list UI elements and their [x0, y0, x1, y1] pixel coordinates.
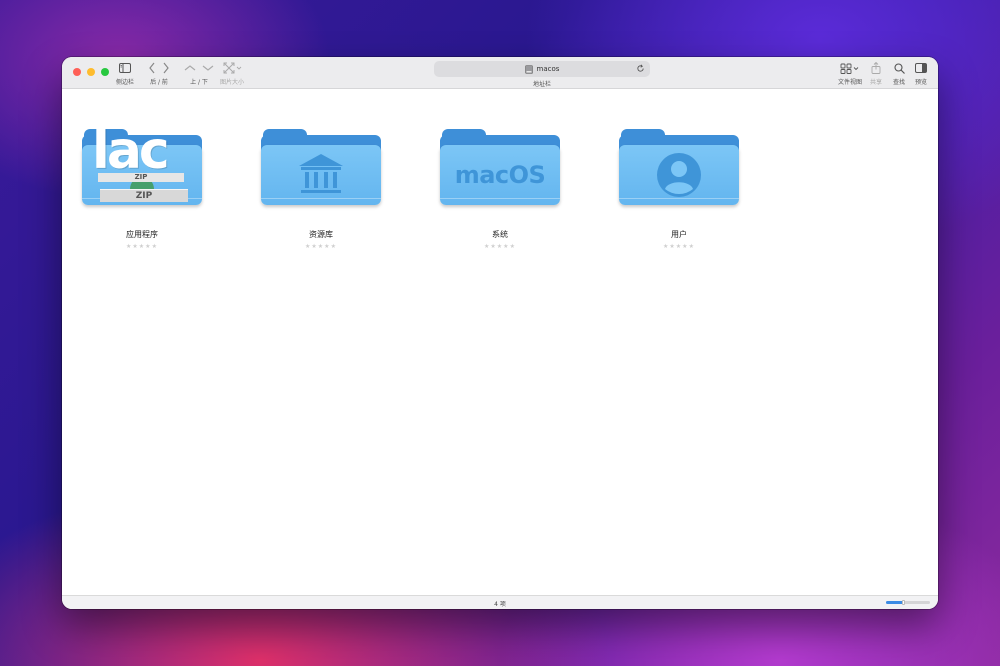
item-name: 应用程序 — [126, 230, 158, 239]
view-label: 文件视图 — [838, 79, 863, 86]
zip-badge-top: ZIP — [98, 173, 184, 182]
icon-size-slider[interactable] — [886, 600, 930, 605]
star-rating[interactable]: ★★★★★ — [430, 243, 570, 250]
view-mode-button[interactable]: 文件视图 — [838, 61, 862, 86]
folder-item-system[interactable]: macOS 系统 ★★★★★ — [430, 105, 570, 250]
address-bar-label: 地址栏 — [532, 81, 551, 88]
item-name: 用户 — [671, 230, 687, 239]
close-button[interactable] — [73, 68, 81, 76]
sidebar-toggle-button[interactable]: 侧边栏 — [116, 61, 134, 86]
star-rating[interactable]: ★★★★★ — [609, 243, 749, 250]
user-icon — [657, 153, 701, 197]
address-bar[interactable]: macos — [434, 61, 650, 77]
arrows-expand-icon — [223, 62, 242, 74]
library-columns-icon — [299, 154, 343, 193]
star-rating[interactable]: ★★★★★ — [72, 243, 212, 250]
item-count: 4 项 — [494, 601, 506, 608]
preview-button[interactable]: 预览 — [915, 61, 927, 86]
item-name: 资源库 — [309, 230, 333, 239]
grid-view-icon — [840, 63, 859, 74]
chevron-down-icon[interactable] — [202, 64, 214, 72]
share-button[interactable]: 共享 — [870, 61, 882, 86]
back-forward-group: 后 / 前 — [148, 61, 170, 86]
zip-badge-bottom: ZIP — [100, 189, 188, 202]
slider-fill — [886, 601, 904, 604]
sidebar-label: 侧边栏 — [116, 79, 135, 86]
up-down-group: 上 / 下 — [184, 61, 214, 86]
slider-knob[interactable] — [901, 600, 905, 605]
address-value: macos — [536, 65, 560, 73]
chevron-up-icon[interactable] — [184, 64, 196, 72]
toolbar: 侧边栏 后 / 前 上 / 下 图片大小 macos 地址栏 文件视图 共享 查… — [62, 57, 938, 89]
icon-size-button[interactable]: 图片大小 — [220, 61, 244, 86]
minimize-button[interactable] — [87, 68, 95, 76]
applications-folder-icon: lac ZIP ZIP — [82, 105, 202, 209]
system-folder-icon: macOS — [440, 105, 560, 209]
zoom-button[interactable] — [101, 68, 109, 76]
users-folder-icon — [619, 105, 739, 209]
traffic-lights — [73, 68, 109, 76]
status-bar: 4 项 — [62, 595, 938, 609]
finder-window: 侧边栏 后 / 前 上 / 下 图片大小 macos 地址栏 文件视图 共享 查… — [62, 57, 938, 609]
address-bar-group: macos 地址栏 — [434, 61, 650, 88]
library-folder-icon — [261, 105, 381, 209]
sidebar-icon — [119, 63, 131, 73]
back-forward-label: 后 / 前 — [150, 79, 168, 86]
file-grid: lac ZIP ZIP 应用程序 ★★★★★ 资源库 ★★★★★ macOS 系… — [62, 89, 938, 595]
preview-pane-icon — [915, 63, 927, 73]
star-rating[interactable]: ★★★★★ — [251, 243, 391, 250]
icon-size-label: 图片大小 — [220, 79, 245, 86]
folder-item-applications[interactable]: lac ZIP ZIP 应用程序 ★★★★★ — [72, 105, 212, 250]
folder-item-users[interactable]: 用户 ★★★★★ — [609, 105, 749, 250]
preview-label: 预览 — [915, 79, 928, 86]
search-button[interactable]: 查找 — [893, 61, 905, 86]
macos-badge-text: macOS — [454, 161, 546, 189]
search-label: 查找 — [893, 79, 906, 86]
item-name: 系统 — [492, 230, 508, 239]
share-icon — [871, 62, 881, 74]
disk-icon — [524, 64, 533, 74]
folder-item-library[interactable]: 资源库 ★★★★★ — [251, 105, 391, 250]
folder-badge-text: lac — [92, 121, 170, 181]
up-down-label: 上 / 下 — [190, 79, 208, 86]
chevron-left-icon[interactable] — [148, 62, 156, 74]
share-label: 共享 — [870, 79, 883, 86]
reload-icon[interactable] — [636, 64, 645, 73]
search-icon — [893, 62, 905, 74]
chevron-right-icon[interactable] — [162, 62, 170, 74]
